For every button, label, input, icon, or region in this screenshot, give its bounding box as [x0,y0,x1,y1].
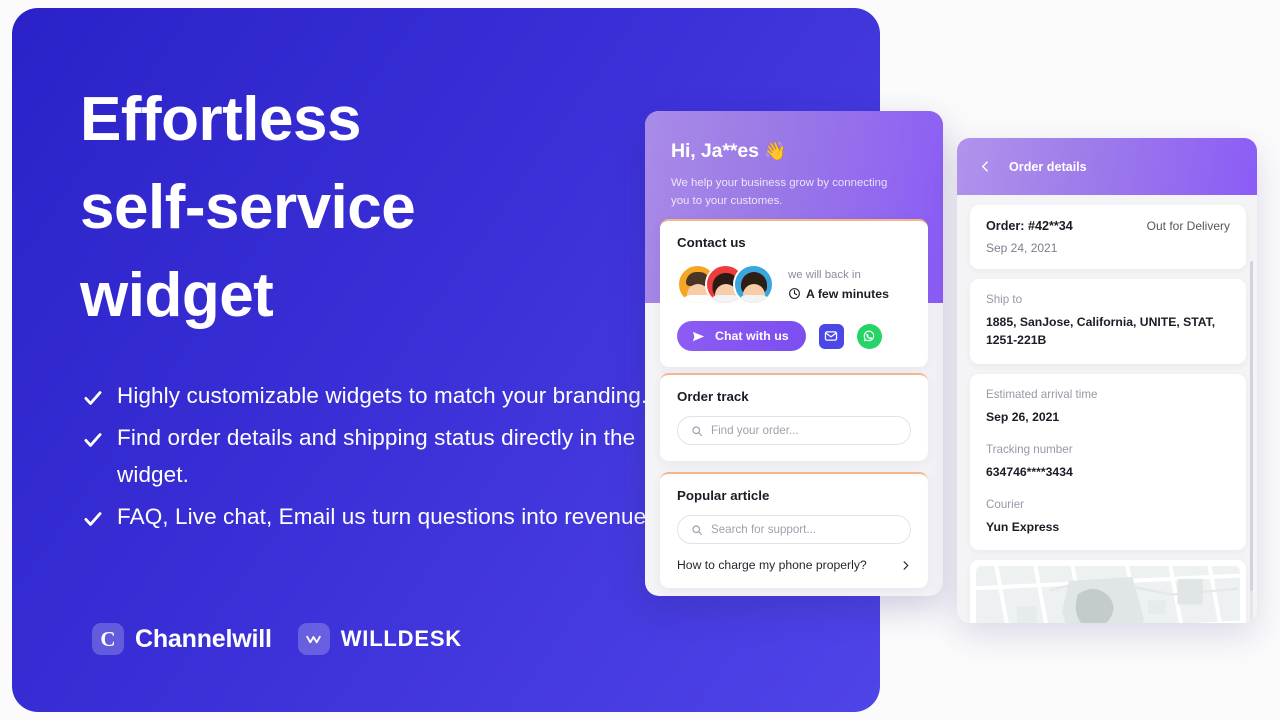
page-title: Effortless self-service widget [80,76,680,340]
clock-icon [788,287,801,300]
search-icon [691,524,703,536]
widget-subtitle: We help your business grow by connecting… [671,177,888,208]
support-search-input[interactable]: Search for support... [677,515,911,544]
greeting-text: Hi, Ja**es [671,140,759,162]
send-icon [691,329,706,344]
title-line-3: widget [80,261,274,331]
article-title: How to charge my phone properly? [677,558,867,572]
reply-label: we will back in [788,268,861,281]
chat-widget: Hi, Ja**es 👋 We help your business grow … [645,111,943,596]
whatsapp-icon [862,329,876,343]
contact-actions: Chat with us [677,321,911,351]
list-item: Find order details and shipping status d… [82,420,702,493]
feature-text: Find order details and shipping status d… [117,425,636,487]
wave-hand-icon: 👋 [764,141,787,161]
check-icon [82,506,104,532]
brand-logos: C Channelwill WILLDESK [92,623,462,655]
order-search-placeholder: Find your order... [711,424,799,437]
channelwill-logo: C Channelwill [92,623,272,655]
contact-us-title: Contact us [677,235,746,250]
ship-to-address: 1885, SanJose, California, UNITE, STAT, … [986,315,1216,348]
delivery-map-card [970,560,1246,623]
feature-text: Highly customizable widgets to match you… [117,383,648,408]
status-badge: Out for Delivery [1146,219,1230,233]
avatar [733,264,774,305]
list-item[interactable]: How to charge my phone properly? [677,558,911,572]
tracking-value: Sep 26, 2021 [986,409,1060,424]
order-details-panel: Order details Order: #42**34 Out for Del… [957,138,1257,623]
ship-to-card: Ship to 1885, SanJose, California, UNITE… [970,279,1246,364]
tracking-label: Courier [986,498,1025,512]
tracking-field: Courier Yun Express [986,498,1230,536]
tracking-value: Yun Express [986,520,1060,535]
feature-text: FAQ, Live chat, Email us turn questions … [117,504,653,530]
reply-time-value: A few minutes [806,286,889,301]
title-line-1: Effortless [80,85,361,154]
popular-article-title: Popular article [677,488,770,503]
reply-time-block: we will back in A few minutes [788,269,889,301]
tracking-card: Estimated arrival time Sep 26, 2021 Trac… [970,373,1246,551]
search-icon [691,425,703,437]
email-button[interactable] [818,323,844,349]
order-date: Sep 24, 2021 [986,241,1058,255]
widget-greeting: Hi, Ja**es 👋 [671,140,919,163]
tracking-value: 634746****3434 [986,464,1073,479]
chat-with-us-button[interactable]: Chat with us [677,321,806,351]
ship-to-label: Ship to [986,293,1023,306]
delivery-map[interactable] [976,566,1240,623]
agent-avatars [677,264,774,305]
title-line-2: self-service [80,173,416,243]
order-details-body: Order: #42**34 Out for Delivery Sep 24, … [957,195,1257,623]
scrollbar-thumb[interactable] [1250,261,1253,591]
contact-us-card: Contact us we will back in A few minutes [660,219,928,367]
check-icon [82,385,104,411]
willdesk-logo-text: WILLDESK [340,626,462,651]
list-item: Highly customizable widgets to match you… [82,378,702,414]
channelwill-logo-icon: C [92,623,124,655]
check-icon [82,427,104,453]
order-details-header: Order details [957,138,1257,195]
tracking-label: Tracking number [986,442,1073,456]
chevron-left-icon[interactable] [979,160,992,173]
channelwill-logo-text: Channelwill [135,624,272,653]
list-item: FAQ, Live chat, Email us turn questions … [82,499,702,535]
willdesk-logo-icon [297,623,330,655]
contact-agents-row: we will back in A few minutes [677,264,911,305]
order-track-title: Order track [677,389,749,404]
mail-icon [824,329,838,343]
page-root: Effortless self-service widget Highly cu… [0,0,1280,720]
chevron-right-icon [900,560,911,571]
whatsapp-button[interactable] [856,323,882,349]
chat-button-label: Chat with us [715,329,789,343]
order-summary-card: Order: #42**34 Out for Delivery Sep 24, … [970,205,1246,269]
tracking-field: Estimated arrival time Sep 26, 2021 [986,388,1230,426]
order-search-input[interactable]: Find your order... [677,416,911,445]
willdesk-logo: WILLDESK [297,623,462,655]
tracking-label: Estimated arrival time [986,387,1098,401]
reply-time-row: A few minutes [788,287,889,301]
popular-article-card: Popular article Search for support... Ho… [660,472,928,588]
scrollbar[interactable] [1250,261,1253,623]
support-search-placeholder: Search for support... [711,523,817,536]
order-details-title: Order details [1009,159,1087,174]
order-number: Order: #42**34 [986,219,1073,233]
feature-list: Highly customizable widgets to match you… [82,378,702,542]
tracking-field: Tracking number 634746****3434 [986,443,1230,481]
order-track-card: Order track Find your order... [660,373,928,461]
